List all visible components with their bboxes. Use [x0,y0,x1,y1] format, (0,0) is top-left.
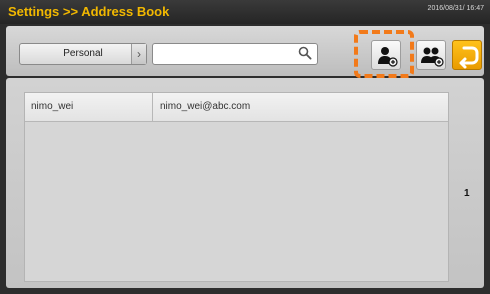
page-number: 1 [464,188,470,199]
back-button[interactable] [452,40,482,70]
datetime: 2016/08/31/ 16:47 [427,5,484,12]
add-contact-button[interactable] [371,40,401,70]
screen: Settings >> Address Book 2016/08/31/ 16:… [0,0,490,294]
add-group-icon [421,47,444,67]
group-select-value: Personal [63,48,103,59]
contacts-panel: nimo_wei nimo_wei@abc.com 1 [6,78,484,288]
contact-email: nimo_wei@abc.com [160,101,251,112]
title-bar: Settings >> Address Book 2016/08/31/ 16:… [0,0,490,24]
chevron-right-icon[interactable]: › [131,44,146,64]
add-contact-icon [378,47,398,67]
group-select[interactable]: Personal › [19,43,147,65]
toolbar: Personal › [6,26,484,76]
page-title: Settings >> Address Book [8,4,170,19]
search-input[interactable] [152,43,318,65]
contact-name: nimo_wei [31,101,74,112]
back-icon [459,46,479,69]
contacts-list: nimo_wei nimo_wei@abc.com [24,92,449,282]
contact-row[interactable]: nimo_wei nimo_wei@abc.com [25,93,448,122]
search-icon[interactable] [298,46,312,60]
add-group-button[interactable] [416,40,446,70]
column-divider [152,93,153,121]
